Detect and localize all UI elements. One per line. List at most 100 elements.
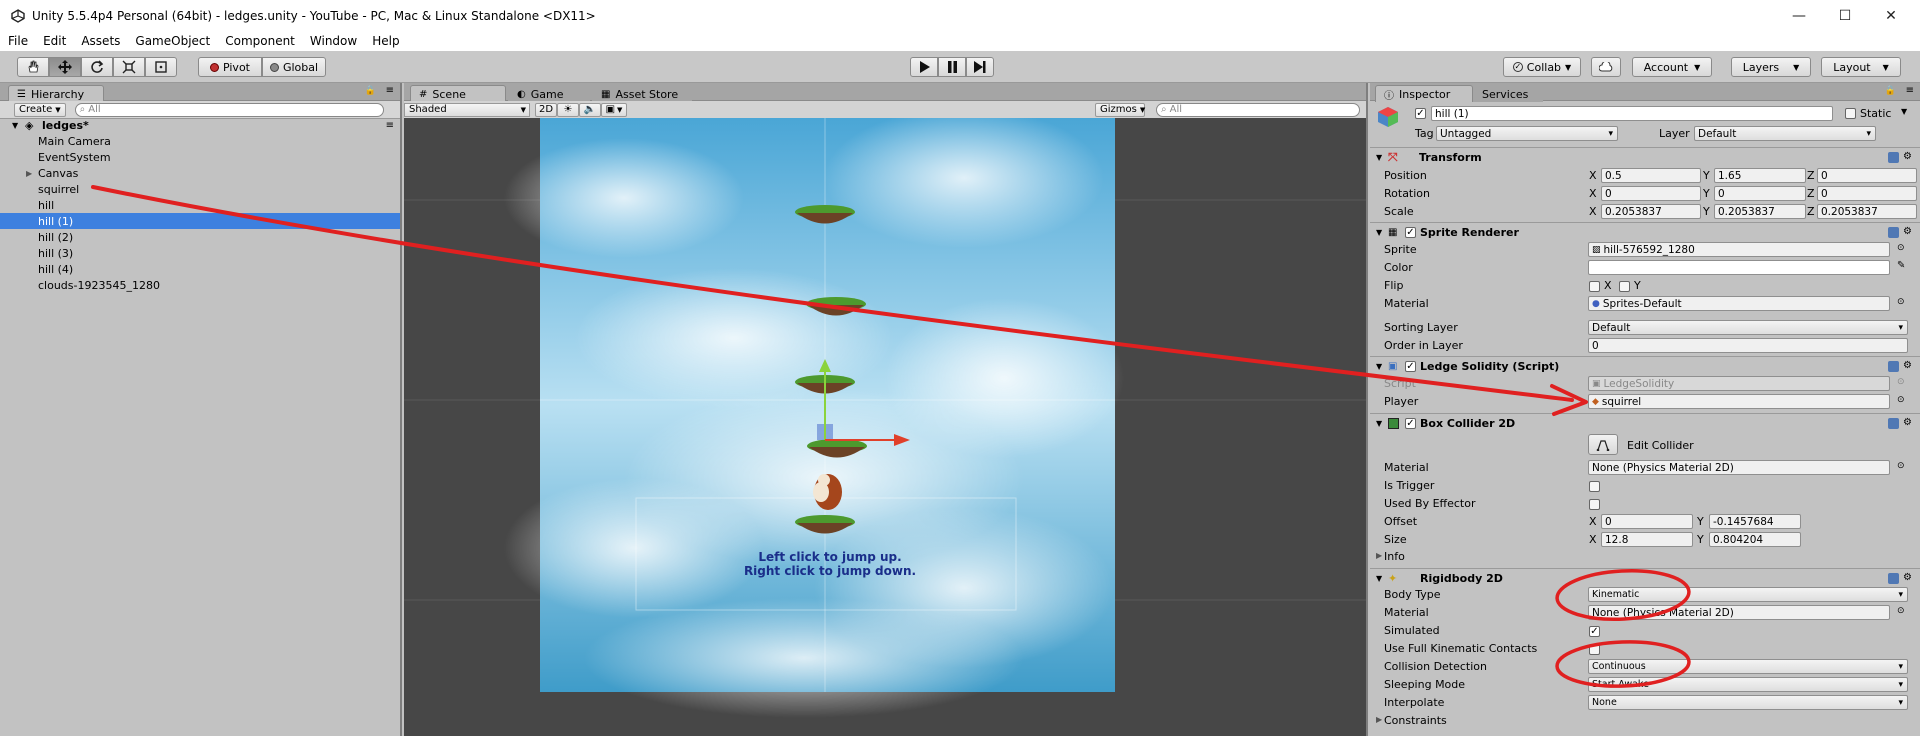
help-book-icon[interactable] [1888,418,1899,429]
object-name-field[interactable]: hill (1) [1431,106,1833,121]
rotate-tool-button[interactable] [81,57,113,77]
help-book-icon[interactable] [1888,573,1899,584]
size-x-field[interactable]: 12.8 [1601,532,1693,547]
collapse-arrow-icon[interactable]: ▼ [1376,574,1382,583]
collab-dropdown[interactable]: ✓ Collab ▼ [1503,57,1581,77]
box-collider-header[interactable]: ▼ ✓ Box Collider 2D ⚙ [1370,413,1920,433]
panel-menu-icon[interactable]: ≡ [1906,85,1914,96]
hierarchy-search-input[interactable]: ⌕ All [74,102,384,117]
menu-edit[interactable]: Edit [43,34,66,48]
ledge-solidity-header[interactable]: ▼ ▣ ✓ Ledge Solidity (Script) ⚙ [1370,356,1920,376]
gear-icon[interactable]: ⚙ [1903,418,1914,429]
layout-dropdown[interactable]: Layout ▼ [1821,57,1901,77]
expand-arrow-icon[interactable]: ▼ [12,121,18,130]
hierarchy-item-selected[interactable]: hill (1) [0,213,400,229]
tab-hierarchy[interactable]: ☰ Hierarchy [8,85,104,102]
eyedropper-icon[interactable]: ✎ [1897,260,1905,271]
sprite-renderer-enabled-checkbox[interactable]: ✓ [1405,227,1416,238]
position-y-field[interactable]: 1.65 [1714,168,1806,183]
cloud-button[interactable] [1591,57,1621,77]
object-picker-icon[interactable]: ⊙ [1897,461,1905,471]
scene-menu-icon[interactable]: ≡ [386,120,394,131]
audio-toggle[interactable]: 🔈 [579,102,601,117]
move-tool-button[interactable] [49,57,81,77]
hierarchy-item[interactable]: hill (3) [0,245,400,261]
mode-2d-toggle[interactable]: 2D [535,102,557,117]
hierarchy-item[interactable]: Main Camera [0,133,400,149]
player-field[interactable]: ◆ squirrel [1588,394,1890,409]
hierarchy-item[interactable]: squirrel [0,181,400,197]
used-by-effector-checkbox[interactable] [1589,499,1600,510]
play-button[interactable] [910,57,938,77]
hierarchy-item[interactable]: hill [0,197,400,213]
hierarchy-item[interactable]: ▶ Canvas [0,165,400,181]
expand-arrow-icon[interactable]: ▶ [26,169,32,178]
tab-asset-store[interactable]: ▦ Asset Store [592,85,692,102]
layer-dropdown[interactable]: Default [1694,126,1876,141]
object-picker-icon[interactable]: ⊙ [1897,606,1905,616]
gear-icon[interactable]: ⚙ [1903,573,1914,584]
scene-search-input[interactable]: ⌕ All [1156,102,1360,117]
offset-y-field[interactable]: -0.1457684 [1709,514,1801,529]
tag-dropdown[interactable]: Untagged [1436,126,1618,141]
lighting-toggle[interactable]: ☀ [557,102,579,117]
sorting-layer-dropdown[interactable]: Default [1588,320,1908,335]
lock-icon[interactable]: 🔒 [365,86,376,96]
menu-assets[interactable]: Assets [81,34,120,48]
help-book-icon[interactable] [1888,152,1899,163]
scale-z-field[interactable]: 0.2053837 [1817,204,1917,219]
tab-game[interactable]: ◐ Game [508,85,590,102]
rigidbody-material-field[interactable]: None (Physics Material 2D) [1588,605,1890,620]
ledge-solidity-enabled-checkbox[interactable]: ✓ [1405,361,1416,372]
flip-y-checkbox[interactable] [1619,281,1630,292]
panel-menu-icon[interactable]: ≡ [386,85,394,96]
size-y-field[interactable]: 0.804204 [1709,532,1801,547]
box-collider-enabled-checkbox[interactable]: ✓ [1405,418,1416,429]
pivot-toggle[interactable]: Pivot [198,57,262,77]
gizmos-dropdown[interactable]: Gizmos ▼ [1095,102,1145,117]
tab-inspector[interactable]: ⓘ Inspector [1375,85,1473,102]
scale-x-field[interactable]: 0.2053837 [1601,204,1701,219]
static-dropdown-icon[interactable]: ▼ [1901,107,1907,116]
collapse-arrow-icon[interactable]: ▼ [1376,419,1382,428]
info-expand-arrow-icon[interactable]: ▶ [1376,551,1382,560]
tab-services[interactable]: Services [1473,85,1543,102]
flip-x-checkbox[interactable] [1589,281,1600,292]
scale-y-field[interactable]: 0.2053837 [1714,204,1806,219]
lock-icon[interactable]: 🔒 [1885,86,1896,96]
is-trigger-checkbox[interactable] [1589,481,1600,492]
scene-root-row[interactable]: ▼ ◈ ledges* ≡ [0,117,400,133]
gear-icon[interactable]: ⚙ [1903,152,1914,163]
global-toggle[interactable]: Global [262,57,326,77]
maximize-button[interactable]: ☐ [1822,0,1868,31]
material-field[interactable]: ● Sprites-Default [1588,296,1890,311]
shading-dropdown[interactable]: Shaded ▼ [404,102,530,117]
object-picker-icon[interactable]: ⊙ [1897,395,1905,405]
position-z-field[interactable]: 0 [1817,168,1917,183]
sleeping-mode-dropdown[interactable]: Start Awake [1588,677,1908,692]
color-swatch[interactable] [1588,260,1890,275]
create-dropdown[interactable]: Create ▼ [14,102,66,117]
info-label[interactable]: Info [1384,550,1405,563]
menu-gameobject[interactable]: GameObject [135,34,210,48]
menu-component[interactable]: Component [225,34,295,48]
account-dropdown[interactable]: Account ▼ [1632,57,1712,77]
collapse-arrow-icon[interactable]: ▼ [1376,228,1382,237]
rect-tool-button[interactable] [145,57,177,77]
rotation-y-field[interactable]: 0 [1714,186,1806,201]
collider-material-field[interactable]: None (Physics Material 2D) [1588,460,1890,475]
hierarchy-item[interactable]: hill (4) [0,261,400,277]
position-x-field[interactable]: 0.5 [1601,168,1701,183]
collision-detection-dropdown[interactable]: Continuous [1588,659,1908,674]
transform-header[interactable]: ▼ ⤧ Transform ⚙ [1370,147,1920,167]
menu-file[interactable]: File [8,34,28,48]
gear-icon[interactable]: ⚙ [1903,227,1914,238]
body-type-dropdown[interactable]: Kinematic [1588,587,1908,602]
constraints-expand-arrow-icon[interactable]: ▶ [1376,715,1382,724]
effects-dropdown[interactable]: ▣ ▼ [601,102,627,117]
full-kinematic-contacts-checkbox[interactable] [1589,644,1600,655]
collapse-arrow-icon[interactable]: ▼ [1376,362,1382,371]
offset-x-field[interactable]: 0 [1601,514,1693,529]
hand-tool-button[interactable] [17,57,49,77]
collapse-arrow-icon[interactable]: ▼ [1376,153,1382,162]
